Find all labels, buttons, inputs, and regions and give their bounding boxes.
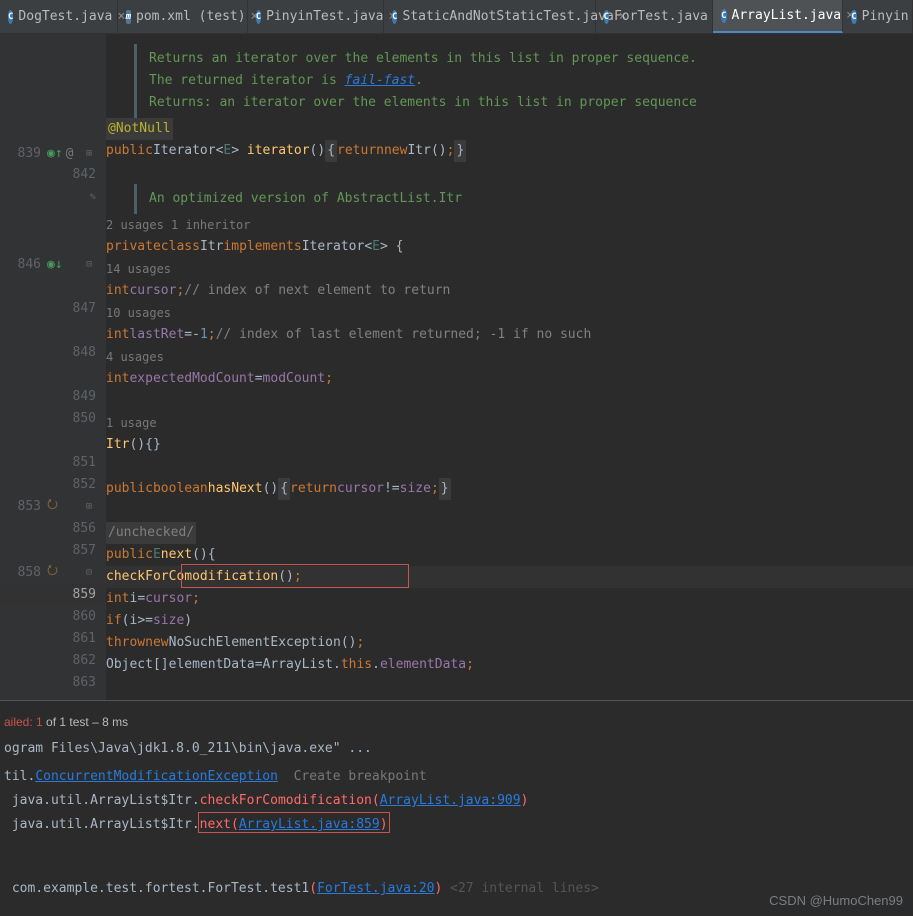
code-line-851: Itr() {} xyxy=(106,434,913,456)
console-line: ogram Files\Java\jdk1.8.0_211\bin\java.e… xyxy=(0,737,913,761)
tab-dogtest[interactable]: C DogTest.java × xyxy=(0,0,118,33)
tab-arraylist[interactable]: C ArrayList.java × xyxy=(713,0,843,33)
javadoc-line: Returns an iterator over the elements in… xyxy=(149,48,913,70)
console-line: til.ConcurrentModificationException Crea… xyxy=(0,765,913,789)
javadoc-line: An optimized version of AbstractList.Itr xyxy=(149,188,913,210)
tab-label: DogTest.java xyxy=(18,9,112,24)
test-console[interactable]: ailed: 1 of 1 test – 8 ms ogram Files\Ja… xyxy=(0,700,913,900)
fold-icon[interactable]: ⊟ xyxy=(86,567,96,578)
stacktrace-line: java.util.ArrayList$Itr.next(ArrayList.j… xyxy=(0,813,913,877)
usage-hint[interactable]: 2 usages 1 inheritor xyxy=(106,214,913,236)
line-number: 856 xyxy=(66,521,96,536)
class-icon: C xyxy=(8,10,13,24)
code-line-862: throw new NoSuchElementException(); xyxy=(106,632,913,654)
tab-label: pom.xml (test) xyxy=(136,9,246,24)
tab-static[interactable]: C StaticAndNotStaticTest.java × xyxy=(384,0,595,33)
line-number: 863 xyxy=(66,675,96,690)
tab-pinyin[interactable]: C Pinyin xyxy=(843,0,913,33)
javadoc-link[interactable]: fail-fast xyxy=(345,73,415,88)
code-line-848: int lastRet = -1; // index of last eleme… xyxy=(106,324,913,346)
class-icon: C xyxy=(721,9,726,23)
highlight-box xyxy=(198,812,390,833)
line-number: 839 xyxy=(11,146,41,161)
gutter: 839◉↑@⊞ 842 ✎ 846◉↓⊟ 847 848 849 850 851… xyxy=(0,34,106,700)
create-breakpoint[interactable]: Create breakpoint xyxy=(294,769,427,784)
code-line-857: /unchecked/ xyxy=(106,522,913,544)
tab-label: PinyinTest.java xyxy=(266,9,383,24)
source-link[interactable]: ArrayList.java:909 xyxy=(380,793,521,808)
fold-icon[interactable]: ⊞ xyxy=(86,501,96,512)
code-line-860: int i = cursor; xyxy=(106,588,913,610)
override-icon[interactable]: ◉↑ xyxy=(47,146,63,161)
line-number: 862 xyxy=(66,653,96,668)
usage-hint[interactable]: 10 usages xyxy=(106,302,913,324)
stacktrace-line: java.util.ArrayList$Itr.checkForComodifi… xyxy=(0,789,913,813)
editor-tabs: C DogTest.java × m pom.xml (test) × C Pi… xyxy=(0,0,913,34)
edit-icon[interactable]: ✎ xyxy=(89,190,96,203)
line-number: 852 xyxy=(66,477,96,492)
usage-hint[interactable]: 1 usage xyxy=(106,412,913,434)
line-number: 846 xyxy=(11,257,41,272)
code-area[interactable]: Returns an iterator over the elements in… xyxy=(106,34,913,700)
code-line-858: public E next() { xyxy=(106,544,913,566)
tab-label: Pinyin xyxy=(862,9,909,24)
code-line-853: public boolean hasNext() { return cursor… xyxy=(106,478,913,500)
impl-icon[interactable]: ◉↓ xyxy=(47,257,63,272)
source-link[interactable]: ForTest.java:20 xyxy=(317,881,434,896)
tab-pom[interactable]: m pom.xml (test) × xyxy=(118,0,248,33)
line-number: 842 xyxy=(66,167,96,182)
class-icon: C xyxy=(604,10,609,24)
line-number: 847 xyxy=(66,301,96,316)
javadoc-line: Returns: an iterator over the elements i… xyxy=(149,92,913,114)
fold-icon[interactable]: ⊞ xyxy=(86,148,96,159)
line-number: 860 xyxy=(66,609,96,624)
line-number: 850 xyxy=(66,411,96,426)
tab-label: ArrayList.java xyxy=(732,8,842,23)
watermark: CSDN @HumoChen99 xyxy=(769,893,903,908)
exception-link[interactable]: ConcurrentModificationException xyxy=(35,769,278,784)
code-editor[interactable]: 839◉↑@⊞ 842 ✎ 846◉↓⊟ 847 848 849 850 851… xyxy=(0,34,913,700)
fold-icon[interactable]: ⊟ xyxy=(86,259,96,270)
tab-label: StaticAndNotStaticTest.java xyxy=(402,9,613,24)
class-icon: C xyxy=(851,10,856,24)
override-icon[interactable]: ⭮ xyxy=(47,495,58,517)
code-line-863: Object[] elementData = ArrayList.this.el… xyxy=(106,654,913,676)
usage-hint[interactable]: 14 usages xyxy=(106,258,913,280)
line-number: 859 xyxy=(66,587,96,602)
test-result-header: ailed: 1 of 1 test – 8 ms xyxy=(0,707,913,737)
javadoc-line: The returned iterator is fail-fast. xyxy=(149,70,913,92)
code-line-846: private class Itr implements Iterator<E>… xyxy=(106,236,913,258)
line-number: 849 xyxy=(66,389,96,404)
line-number: 848 xyxy=(66,345,96,360)
code-line-annotation: @NotNull xyxy=(106,118,913,140)
maven-icon: m xyxy=(126,10,131,24)
line-number: 851 xyxy=(66,455,96,470)
code-line-839: public Iterator<E> iterator() { return n… xyxy=(106,140,913,162)
highlight-box xyxy=(181,564,409,588)
line-number: 861 xyxy=(66,631,96,646)
line-number: 853 xyxy=(11,499,41,514)
override-icon[interactable]: ⭮ xyxy=(47,561,58,583)
tab-label: ForTest.java xyxy=(614,9,708,24)
code-line-861: if (i >= size) xyxy=(106,610,913,632)
class-icon: C xyxy=(256,10,261,24)
code-line-847: int cursor; // index of next element to … xyxy=(106,280,913,302)
tab-fortest[interactable]: C ForTest.java × xyxy=(596,0,714,33)
line-number: 858 xyxy=(11,565,41,580)
code-line-859: checkForComodification(); xyxy=(106,566,913,588)
tab-pinyintest[interactable]: C PinyinTest.java × xyxy=(248,0,384,33)
line-number: 857 xyxy=(66,543,96,558)
class-icon: C xyxy=(392,10,397,24)
usage-hint[interactable]: 4 usages xyxy=(106,346,913,368)
code-line-849: int expectedModCount = modCount; xyxy=(106,368,913,390)
